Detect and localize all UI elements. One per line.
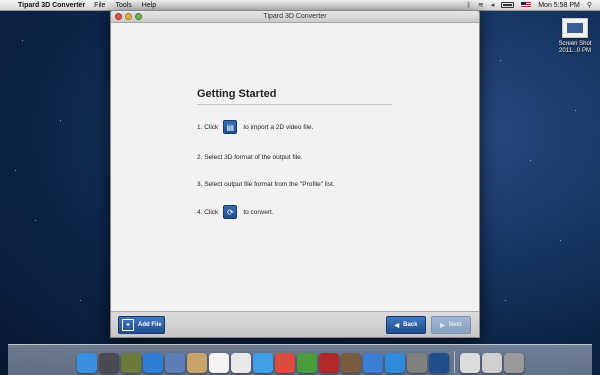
dock-photos-icon[interactable]	[340, 353, 361, 373]
dock-finder-icon[interactable]	[76, 353, 97, 373]
star	[80, 300, 81, 301]
menu-help[interactable]: Help	[142, 0, 156, 11]
add-file-button[interactable]: + Add File	[118, 316, 165, 334]
dock-messages-icon[interactable]	[252, 353, 273, 373]
clock[interactable]: Mon 5:58 PM	[538, 0, 580, 11]
step-1-suffix: to import a 2D video file.	[243, 123, 314, 131]
menu-file[interactable]: File	[94, 0, 105, 11]
chevron-right-icon: ▶	[440, 322, 445, 329]
add-file-icon[interactable]: ▤	[223, 120, 238, 134]
window-controls	[115, 13, 142, 20]
dock-launchpad-icon[interactable]	[98, 353, 119, 373]
star	[22, 40, 23, 41]
battery-icon[interactable]	[501, 2, 515, 8]
step-3: 3. Select output file format from the "P…	[197, 181, 335, 188]
star	[60, 120, 61, 121]
close-button[interactable]	[115, 13, 122, 20]
star	[575, 110, 576, 111]
step-2: 2. Select 3D format of the output file.	[197, 154, 303, 161]
volume-icon[interactable]: ◂	[491, 0, 495, 11]
desktop-file[interactable]: Screen Shot 2011...0 PM	[555, 18, 595, 55]
step-2-text: 2. Select 3D format of the output file.	[197, 154, 303, 161]
step-4-prefix: 4. Click	[197, 208, 219, 216]
dock-safari-icon[interactable]	[142, 353, 163, 373]
step-1-prefix: 1. Click	[197, 123, 219, 131]
minimize-button[interactable]	[125, 13, 132, 20]
dock-documents-icon[interactable]	[481, 353, 502, 373]
star	[35, 220, 36, 221]
back-label: Back	[403, 322, 418, 328]
dock-reminders-icon[interactable]	[230, 353, 251, 373]
add-file-label: Add File	[138, 322, 162, 328]
next-label: Next	[448, 322, 462, 328]
wifi-icon[interactable]: ≋	[478, 0, 484, 11]
dock-separator	[453, 351, 455, 373]
status-area: ᛒ ≋ ◂ Mon 5:58 PM ⚲	[467, 0, 600, 11]
app-window: Tipard 3D Converter Getting Started 1. C…	[110, 10, 480, 338]
window-title: Tipard 3D Converter	[263, 13, 327, 20]
dock-trash-icon[interactable]	[503, 353, 524, 373]
film-add-icon: +	[122, 319, 134, 331]
next-button[interactable]: ▶ Next	[431, 316, 471, 334]
dock-preview-icon[interactable]	[164, 353, 185, 373]
search-icon[interactable]: ⚲	[587, 0, 592, 11]
dock-downloads-icon[interactable]	[459, 353, 480, 373]
dock-mission-control-icon[interactable]	[120, 353, 141, 373]
star	[505, 300, 506, 301]
star	[560, 240, 561, 241]
dock-3d-converter-icon[interactable]	[428, 353, 449, 373]
convert-icon[interactable]: ⟳	[223, 205, 238, 219]
dock-mail-icon[interactable]	[186, 353, 207, 373]
step-4: 4. Click ⟳ to convert.	[197, 205, 274, 219]
dock-photo-booth-icon[interactable]	[318, 353, 339, 373]
desktop-file-label: Screen Shot 2011...0 PM	[558, 41, 592, 54]
getting-started-panel: Getting Started 1. Click ▤ to import a 2…	[111, 23, 479, 311]
dock-app-store-icon[interactable]	[384, 353, 405, 373]
bottom-toolbar: + Add File ◀ Back ▶ Next	[111, 311, 479, 337]
bluetooth-icon[interactable]: ᛒ	[467, 0, 471, 11]
dock-facetime-icon[interactable]	[296, 353, 317, 373]
zoom-button[interactable]	[135, 13, 142, 20]
dock-calendar-icon[interactable]	[208, 353, 229, 373]
title-bar[interactable]: Tipard 3D Converter	[111, 11, 479, 23]
page-title: Getting Started	[197, 88, 277, 100]
title-divider	[197, 104, 392, 105]
dock	[8, 344, 592, 375]
flag-icon[interactable]	[521, 2, 532, 8]
menu-app-name[interactable]: Tipard 3D Converter	[18, 0, 85, 11]
star	[15, 170, 16, 171]
screenshot-thumbnail	[562, 18, 588, 38]
step-1: 1. Click ▤ to import a 2D video file.	[197, 120, 313, 134]
back-button[interactable]: ◀ Back	[386, 316, 426, 334]
step-4-suffix: to convert.	[243, 208, 274, 216]
dock-chrome-icon[interactable]	[274, 353, 295, 373]
star	[530, 160, 531, 161]
step-3-text: 3. Select output file format from the "P…	[197, 181, 335, 188]
star	[500, 60, 501, 61]
menu-tools[interactable]: Tools	[115, 0, 131, 11]
dock-itunes-icon[interactable]	[362, 353, 383, 373]
chevron-left-icon: ◀	[394, 322, 400, 329]
dock-system-preferences-icon[interactable]	[406, 353, 427, 373]
